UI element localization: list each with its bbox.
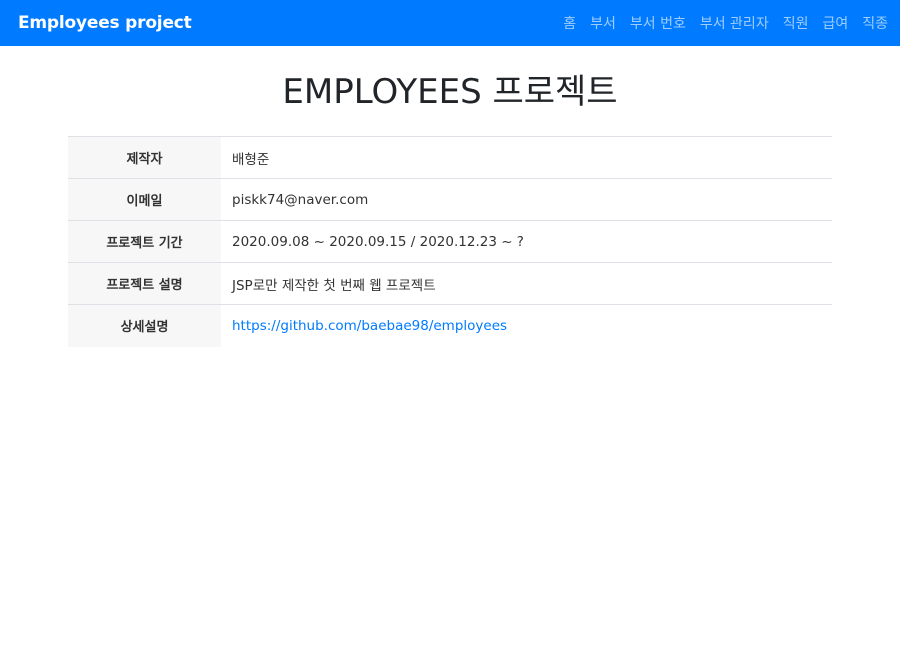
- nav-link-salaries[interactable]: 급여: [822, 13, 848, 33]
- row-value-details: https://github.com/baebae98/employees: [221, 305, 832, 347]
- table-row: 상세설명 https://github.com/baebae98/employe…: [68, 304, 832, 347]
- nav-link-home[interactable]: 홈: [563, 13, 576, 33]
- nav-link-departments[interactable]: 부서: [590, 13, 616, 33]
- project-info-table: 제작자 배형준 이메일 piskk74@naver.com 프로젝트 기간 20…: [68, 136, 832, 347]
- table-row: 이메일 piskk74@naver.com: [68, 178, 832, 221]
- nav-link-dept-managers[interactable]: 부서 관리자: [700, 13, 769, 33]
- row-value-period: 2020.09.08 ~ 2020.09.15 / 2020.12.23 ~ ?: [221, 220, 832, 263]
- table-row: 제작자 배형준: [68, 136, 832, 179]
- row-value-author: 배형준: [221, 136, 832, 179]
- brand-link[interactable]: Employees project: [18, 13, 192, 33]
- page-title: EMPLOYEES 프로젝트: [282, 72, 618, 112]
- row-value-description: JSP로만 제작한 첫 번째 웹 프로젝트: [221, 262, 832, 305]
- nav-link-dept-numbers[interactable]: 부서 번호: [630, 13, 686, 33]
- row-label-author: 제작자: [68, 136, 221, 179]
- nav-link-titles[interactable]: 직종: [862, 13, 888, 33]
- table-row: 프로젝트 설명 JSP로만 제작한 첫 번째 웹 프로젝트: [68, 262, 832, 305]
- row-value-email: piskk74@naver.com: [221, 178, 832, 221]
- row-label-details: 상세설명: [68, 304, 221, 347]
- row-label-description: 프로젝트 설명: [68, 262, 221, 305]
- nav-links: 홈 부서 부서 번호 부서 관리자 직원 급여 직종: [549, 13, 888, 33]
- top-navbar: Employees project 홈 부서 부서 번호 부서 관리자 직원 급…: [0, 0, 900, 46]
- row-label-email: 이메일: [68, 178, 221, 221]
- table-row: 프로젝트 기간 2020.09.08 ~ 2020.09.15 / 2020.1…: [68, 220, 832, 263]
- nav-link-employees[interactable]: 직원: [783, 13, 809, 33]
- row-label-period: 프로젝트 기간: [68, 220, 221, 263]
- github-link[interactable]: https://github.com/baebae98/employees: [232, 318, 507, 334]
